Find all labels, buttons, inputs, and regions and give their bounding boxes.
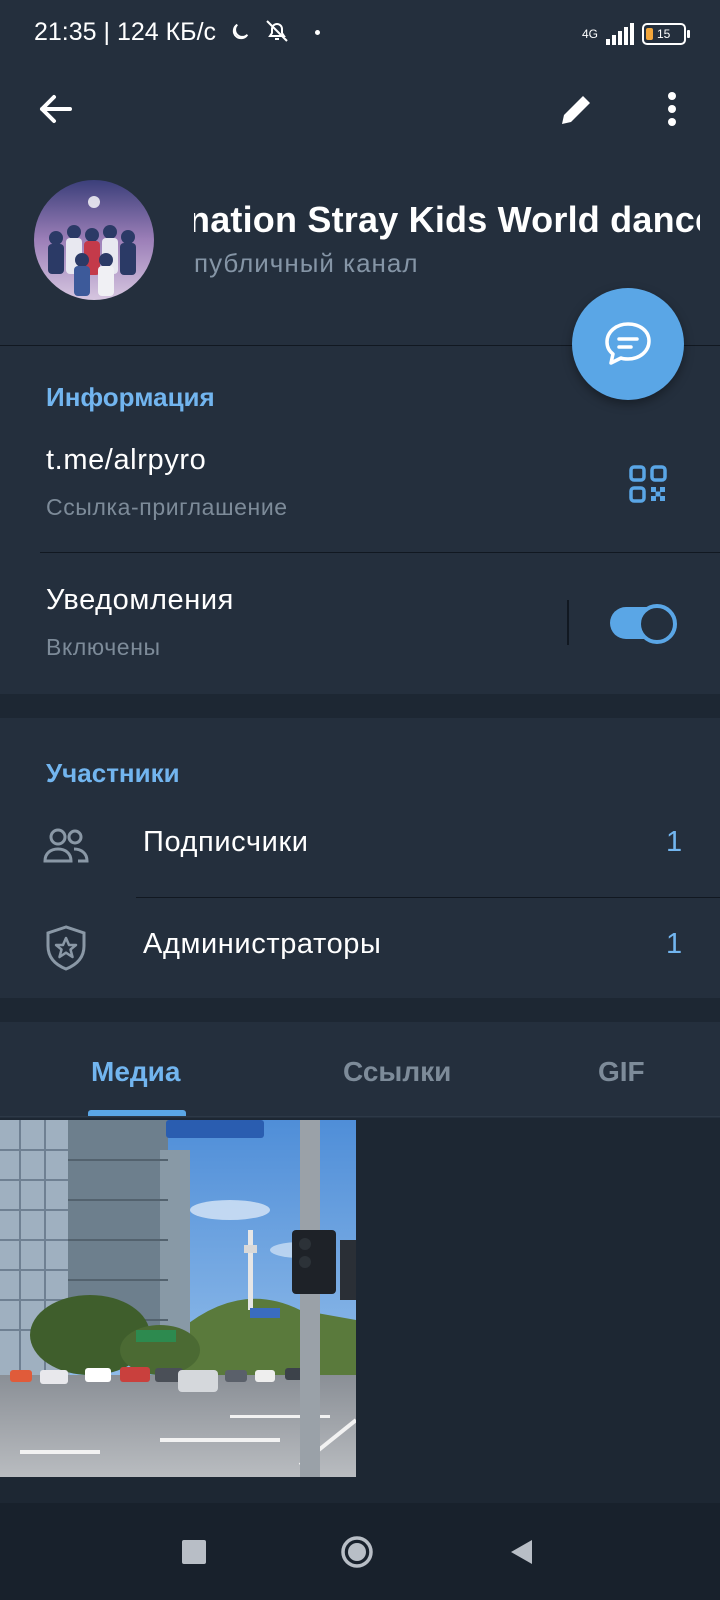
triangle-back-icon <box>511 1540 532 1564</box>
tabs-divider <box>0 1116 720 1117</box>
notifications-state: Включены <box>46 634 161 660</box>
moon-icon <box>232 23 249 40</box>
status-time: 21:35 | 124 КБ/с <box>34 18 320 47</box>
tab-gif[interactable]: GIF <box>598 1056 645 1088</box>
discussion-button[interactable] <box>572 288 684 400</box>
home-circle-icon <box>341 1536 373 1568</box>
media-thumbnail[interactable] <box>0 1120 356 1477</box>
subscribers-count: 1 <box>666 826 683 858</box>
pencil-icon <box>562 96 590 124</box>
shield-star-icon <box>44 924 88 972</box>
invite-link-caption: Ссылка-приглашение <box>46 494 288 520</box>
status-indicators: 4G 15 <box>581 16 690 52</box>
people-icon <box>42 826 90 866</box>
tab-media[interactable]: Медиа <box>91 1056 180 1088</box>
channel-avatar[interactable] <box>34 180 154 300</box>
more-menu-button[interactable] <box>652 90 692 130</box>
toggle-separator <box>567 600 569 645</box>
notifications-label: Уведомления <box>46 584 234 616</box>
channel-type: публичный канал <box>194 248 419 278</box>
status-time-text: 21:35 | 124 КБ/с <box>34 18 217 46</box>
subscribers-label: Подписчики <box>143 826 309 858</box>
channel-title-container: nation Stray Kids World dance <box>194 195 700 245</box>
toggle-knob <box>637 604 677 644</box>
signal-icon <box>606 23 634 45</box>
status-bar: 21:35 | 124 КБ/с 4G 15 <box>0 0 720 70</box>
members-section-title: Участники <box>46 758 180 788</box>
invite-link[interactable]: t.me/alrpyro <box>46 444 206 477</box>
battery-icon: 15 <box>642 23 690 45</box>
subscribers-row[interactable] <box>0 800 720 896</box>
qr-code-button[interactable] <box>628 464 668 504</box>
tab-links[interactable]: Ссылки <box>343 1056 451 1088</box>
edit-button[interactable] <box>556 90 596 130</box>
street-photo <box>0 1120 356 1477</box>
admins-count: 1 <box>666 928 683 960</box>
arrow-left-icon <box>40 95 72 123</box>
home-button[interactable] <box>340 1535 374 1569</box>
back-button[interactable] <box>32 86 78 132</box>
notifications-toggle[interactable] <box>610 604 677 644</box>
muted-bell-icon <box>266 20 288 42</box>
back-nav-button[interactable] <box>508 1538 534 1566</box>
recents-button[interactable] <box>182 1540 206 1564</box>
admins-label: Администраторы <box>143 928 382 960</box>
avatar-image <box>34 180 154 300</box>
channel-title: nation Stray Kids World dance <box>194 199 700 240</box>
chat-bubble-icon <box>605 322 651 365</box>
qr-code-icon <box>629 465 667 503</box>
network-type: 4G <box>581 27 598 41</box>
info-section-title: Информация <box>46 382 215 412</box>
more-vertical-icon <box>668 92 676 126</box>
battery-level: 15 <box>657 27 671 41</box>
notification-dot <box>314 30 320 35</box>
